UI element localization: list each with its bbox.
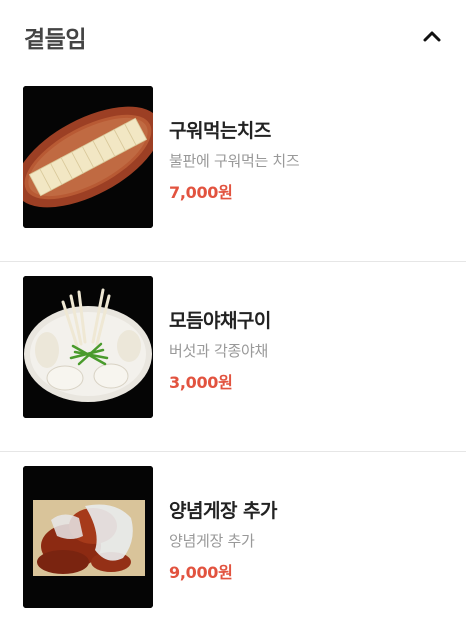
item-name: 구워먹는치즈 [169,120,271,142]
item-name: 모듬야채구이 [169,310,271,332]
menu-item-grilled-cheese[interactable]: 구워먹는치즈 불판에 구워먹는 치즈 7,000원 [0,72,466,262]
item-price: 7,000원 [169,183,233,202]
item-price: 9,000원 [169,563,233,582]
section-header: 곁들임 [0,0,466,72]
section-title: 곁들임 [24,27,86,53]
item-description: 불판에 구워먹는 치즈 [169,152,300,170]
item-name: 양념게장 추가 [169,500,278,522]
grilled-vegetables-photo [23,276,153,418]
seasoned-crab-photo [23,466,153,608]
menu-list: 구워먹는치즈 불판에 구워먹는 치즈 7,000원 모듬야채구이 버섯과 각종야… [0,72,466,642]
menu-item-seasoned-crab[interactable]: 양념게장 추가 양념게장 추가 9,000원 [0,452,466,642]
grilled-cheese-photo [23,86,153,228]
collapse-toggle-button[interactable] [416,22,448,50]
menu-item-grilled-vegetables[interactable]: 모듬야채구이 버섯과 각종야채 3,000원 [0,262,466,452]
item-price: 3,000원 [169,373,233,392]
chevron-up-icon [423,31,441,42]
item-description: 양념게장 추가 [169,532,255,550]
item-description: 버섯과 각종야채 [169,342,268,360]
